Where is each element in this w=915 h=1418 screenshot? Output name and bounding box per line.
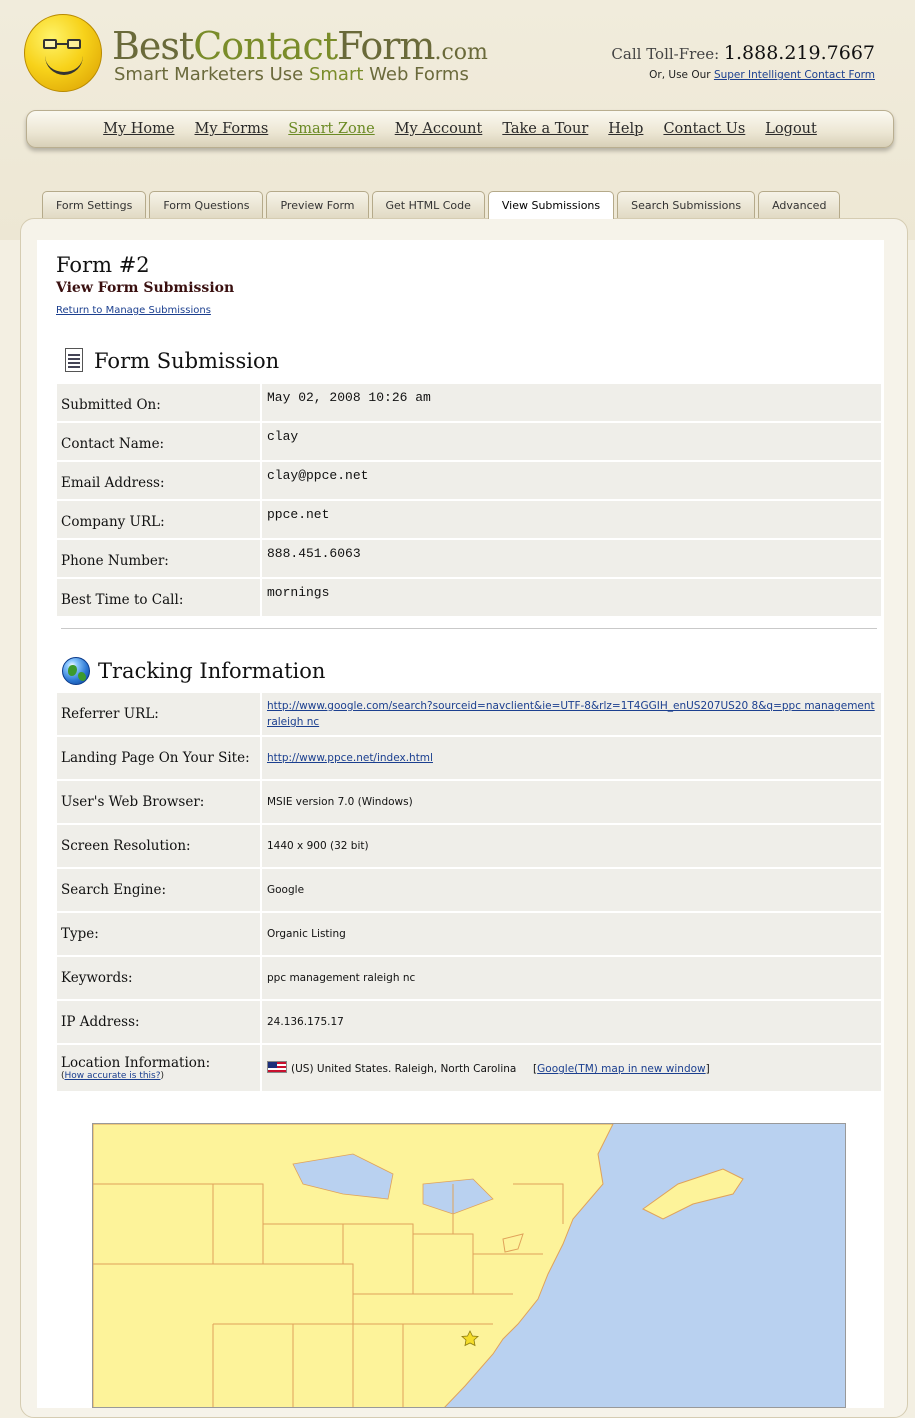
field-value: mornings [262,579,881,618]
field-value: Organic Listing [262,913,881,957]
submission-table: Submitted On: May 02, 2008 10:26 am Cont… [57,384,881,618]
accuracy-help: (How accurate is this?) [61,1071,165,1081]
tagline-post: Web Forms [363,64,469,85]
field-value: 24.136.175.17 [262,1001,881,1045]
table-row: User's Web Browser: MSIE version 7.0 (Wi… [57,781,881,825]
tracking-title: Tracking Information [98,659,326,683]
field-value: clay@ppce.net [262,462,881,501]
location-value: (US) United States. Raleigh, North Carol… [291,1063,517,1075]
tab-form-settings[interactable]: Form Settings [42,191,147,218]
table-row: Best Time to Call: mornings [57,579,881,618]
toll-free-number: 1.888.219.7667 [723,42,875,64]
nav-take-a-tour[interactable]: Take a Tour [502,121,588,137]
form-tabs: Form Settings Form Questions Preview For… [42,191,841,219]
field-value: 888.451.6063 [262,540,881,579]
tab-get-html-code[interactable]: Get HTML Code [371,191,485,218]
table-row: Email Address: clay@ppce.net [57,462,881,501]
tab-view-submissions[interactable]: View Submissions [487,191,615,219]
nav-help[interactable]: Help [608,121,643,137]
page-title: Form #2 [56,253,150,277]
brand-name[interactable]: BestContactForm.com [112,24,488,68]
field-label: Company URL: [57,501,262,540]
table-row: Location Information: (How accurate is t… [57,1045,881,1093]
table-row: Screen Resolution: 1440 x 900 (32 bit) [57,825,881,869]
table-row: Company URL: ppce.net [57,501,881,540]
form-submission-title: Form Submission [94,349,280,373]
brand-best: Best [112,24,194,68]
field-label: Submitted On: [57,384,262,423]
field-value: May 02, 2008 10:26 am [262,384,881,423]
field-label: Type: [57,913,262,957]
brand-form: Form [337,24,435,68]
contact-form-link[interactable]: Super Intelligent Contact Form [714,69,875,81]
map-land-nova-scotia [642,1168,744,1220]
tab-form-questions[interactable]: Form Questions [149,191,264,218]
field-label: IP Address: [57,1001,262,1045]
field-label: Keywords: [57,957,262,1001]
table-row: Phone Number: 888.451.6063 [57,540,881,579]
google-map-link[interactable]: Google(TM) map in new window [537,1063,705,1075]
location-map[interactable] [92,1123,846,1408]
nav-my-home[interactable]: My Home [103,121,174,137]
table-row: Contact Name: clay [57,423,881,462]
location-label-cell: Location Information: (How accurate is t… [57,1045,262,1093]
nav-smart-zone[interactable]: Smart Zone [288,121,374,137]
field-label: Best Time to Call: [57,579,262,618]
nav-my-forms[interactable]: My Forms [195,121,269,137]
table-row: Type: Organic Listing [57,913,881,957]
field-label: Screen Resolution: [57,825,262,869]
field-label: Location Information: [61,1055,211,1071]
field-value: ppce.net [262,501,881,540]
table-row: Landing Page On Your Site: http://www.pp… [57,737,881,781]
nav-contact-us[interactable]: Contact Us [663,121,745,137]
tracking-table: Referrer URL: http://www.google.com/sear… [57,693,881,1093]
us-flag-icon [267,1061,287,1073]
main-nav: My Home My Forms Smart Zone My Account T… [26,110,894,148]
map-svg [93,1124,744,1407]
field-value: 1440 x 900 (32 bit) [262,825,881,869]
field-value: Google [262,869,881,913]
nav-my-account[interactable]: My Account [395,121,483,137]
return-to-manage-submissions-link[interactable]: Return to Manage Submissions [56,305,211,316]
tab-preview-form[interactable]: Preview Form [266,191,369,218]
smiley-logo-icon[interactable] [24,14,102,92]
page-subtitle: View Form Submission [56,280,235,296]
tracking-heading: Tracking Information [62,657,325,685]
section-divider [61,628,877,629]
table-row: IP Address: 24.136.175.17 [57,1001,881,1045]
table-row: Referrer URL: http://www.google.com/sear… [57,693,881,737]
field-label: Landing Page On Your Site: [57,737,262,781]
field-value: clay [262,423,881,462]
location-value-cell: (US) United States. Raleigh, North Carol… [262,1045,881,1093]
field-label: Email Address: [57,462,262,501]
tagline-smart: Smart [308,64,364,85]
globe-icon [62,657,90,685]
contact-form-promo: Or, Use Our Super Intelligent Contact Fo… [649,69,875,81]
field-value: MSIE version 7.0 (Windows) [262,781,881,825]
or-text: Or, Use Our [649,69,711,81]
toll-free-info: Call Toll-Free: 1.888.219.7667 [611,42,875,64]
brand-com: .com [434,40,488,65]
tagline-pre: Smart Marketers Use [114,64,309,85]
toll-free-label: Call Toll-Free: [611,45,720,63]
table-row: Search Engine: Google [57,869,881,913]
field-label: User's Web Browser: [57,781,262,825]
field-label: Phone Number: [57,540,262,579]
brand-contact: Contact [193,24,338,68]
nav-logout[interactable]: Logout [765,121,817,137]
tab-advanced[interactable]: Advanced [758,191,841,218]
referrer-url-link[interactable]: http://www.google.com/search?sourceid=na… [267,700,875,728]
field-label: Search Engine: [57,869,262,913]
table-row: Submitted On: May 02, 2008 10:26 am [57,384,881,423]
field-label: Referrer URL: [57,693,262,737]
tagline: Smart Marketers Use Smart Web Forms [114,64,469,85]
landing-page-link[interactable]: http://www.ppce.net/index.html [267,752,433,764]
field-label: Contact Name: [57,423,262,462]
field-value: ppc management raleigh nc [262,957,881,1001]
document-icon [62,348,86,374]
form-submission-heading: Form Submission [62,348,279,374]
how-accurate-link[interactable]: How accurate is this? [65,1071,161,1081]
table-row: Keywords: ppc management raleigh nc [57,957,881,1001]
tab-search-submissions[interactable]: Search Submissions [617,191,756,218]
